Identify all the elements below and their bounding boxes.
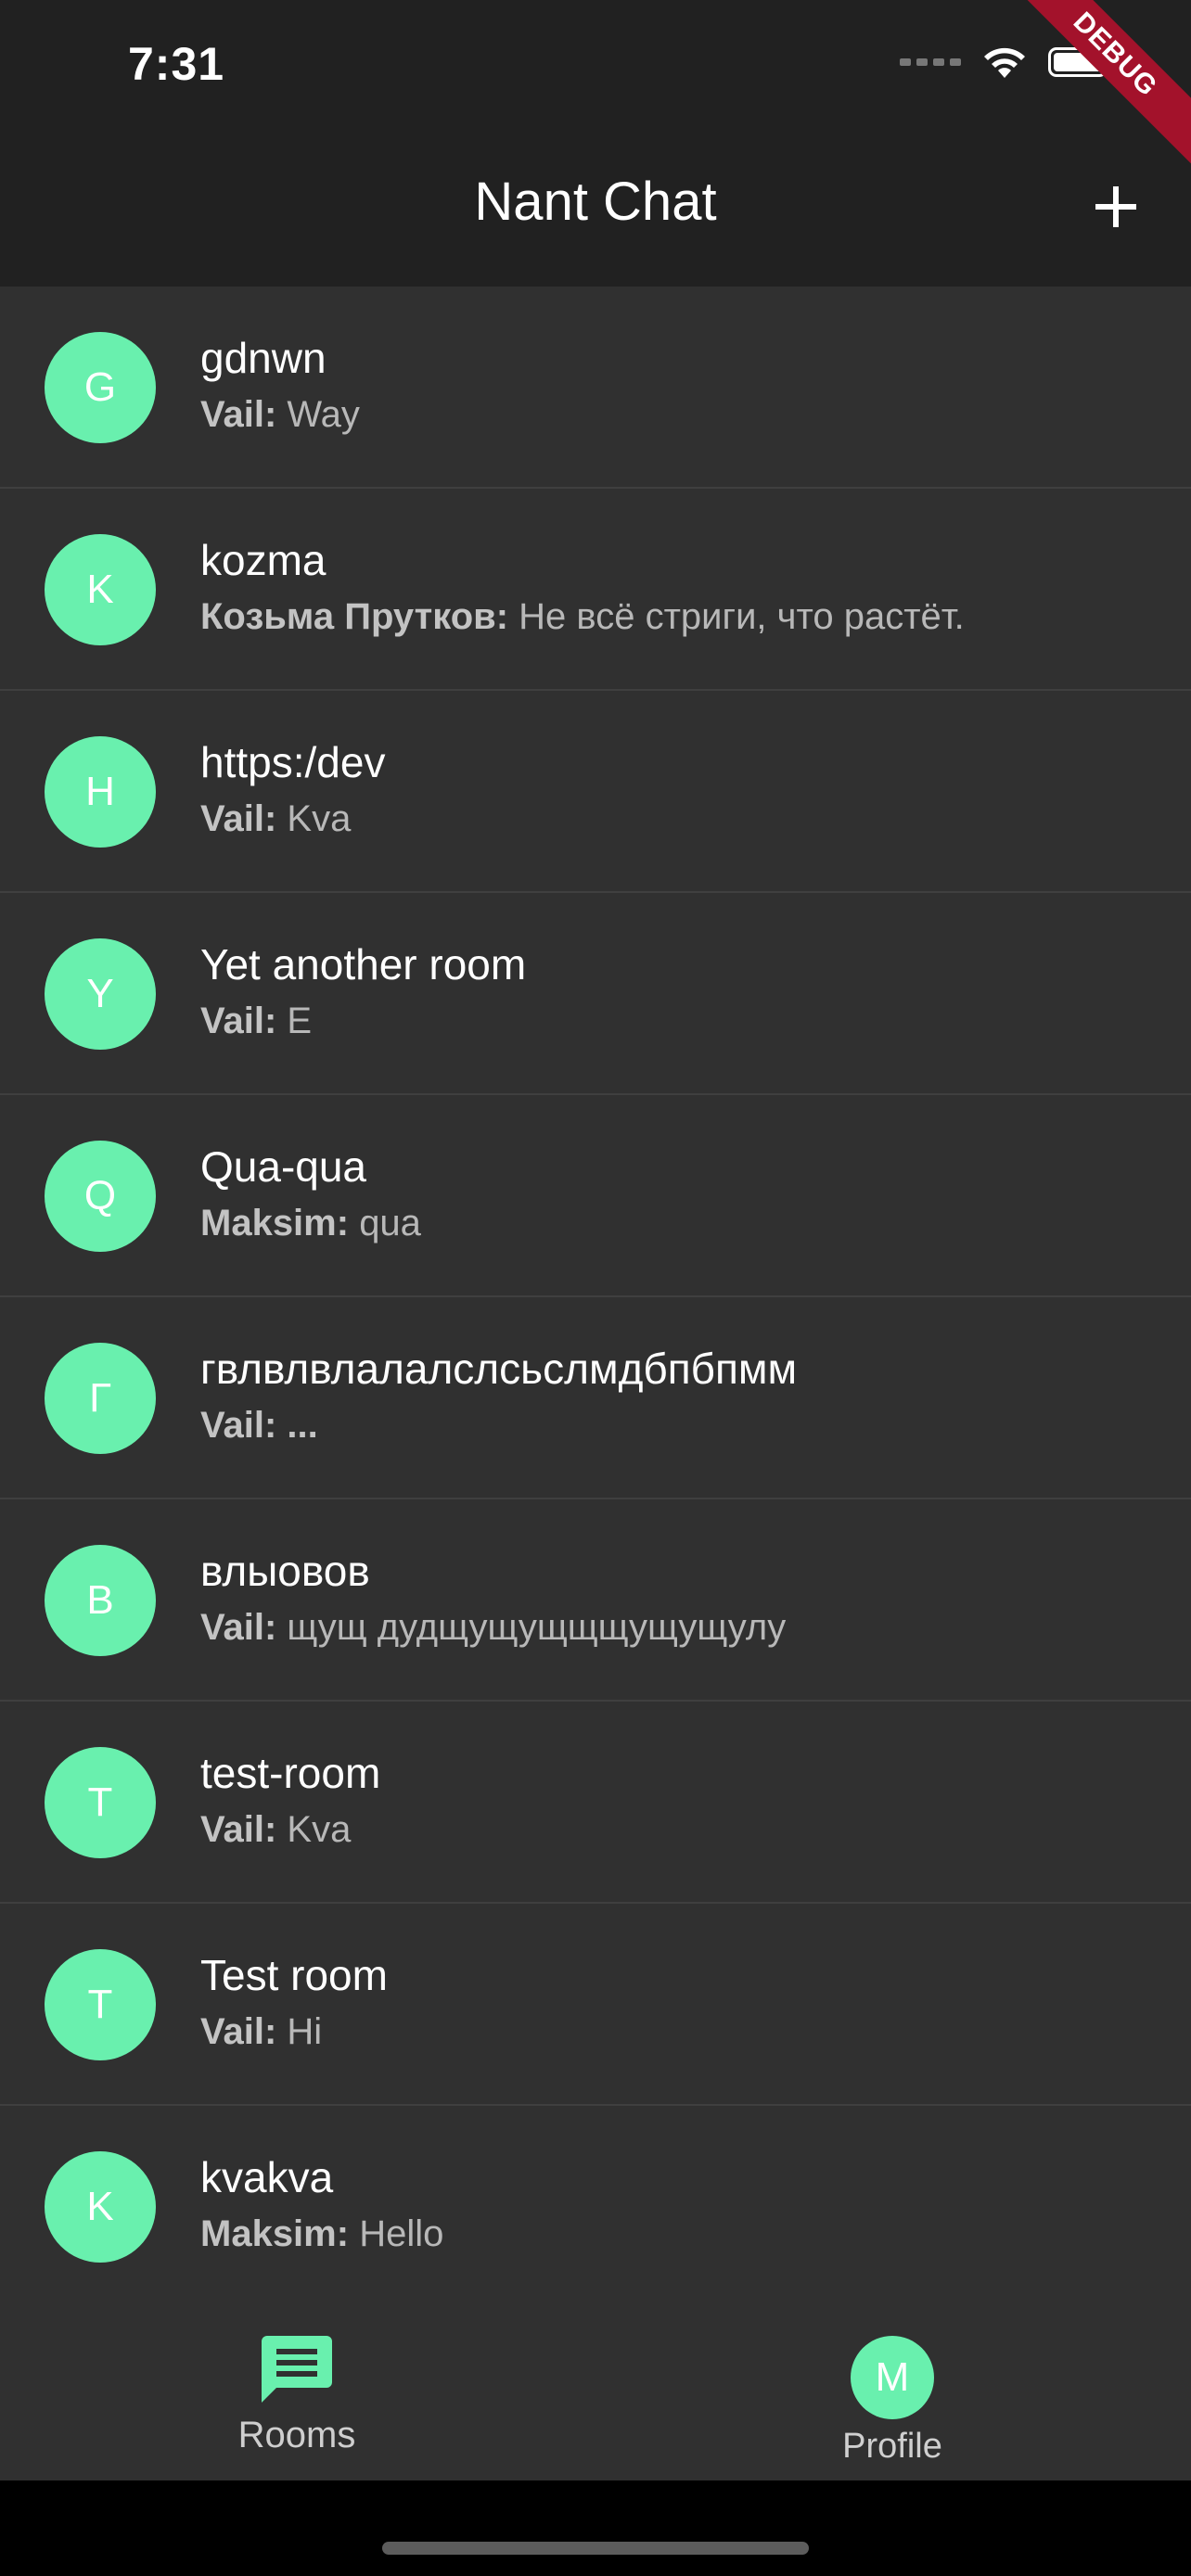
- room-item[interactable]: В влыовов Vail: щущ дудщущущщщущущулу: [0, 1499, 1191, 1702]
- room-name: test-room: [200, 1749, 381, 1797]
- room-item[interactable]: T Test room Vail: Hi: [0, 1904, 1191, 2106]
- message-author: Vail:: [200, 2011, 277, 2052]
- room-avatar: H: [45, 736, 156, 848]
- room-last-message: Vail: Way: [200, 394, 360, 436]
- nav-profile-tab[interactable]: M Profile: [800, 2336, 985, 2467]
- message-author: Козьма Прутков:: [200, 596, 509, 637]
- wifi-icon: [984, 47, 1025, 78]
- room-item[interactable]: G gdnwn Vail: Way: [0, 287, 1191, 489]
- room-name: Yet another room: [200, 940, 527, 988]
- message-text: E: [287, 1001, 313, 1041]
- room-item[interactable]: Q Qua-qua Maksim: qua: [0, 1095, 1191, 1297]
- room-avatar: Q: [45, 1141, 156, 1252]
- app-bar: 7:31 DEBUG Nant Chat: [0, 0, 1191, 287]
- room-item[interactable]: H https:/dev Vail: Kva: [0, 691, 1191, 893]
- add-room-button[interactable]: [1083, 174, 1148, 239]
- message-text: Way: [287, 394, 360, 435]
- room-avatar: T: [45, 1747, 156, 1858]
- room-avatar: В: [45, 1545, 156, 1656]
- room-name: kvakva: [200, 2153, 334, 2201]
- screen: 7:31 DEBUG Nant Chat G gdnwn Vail: Way K…: [0, 0, 1191, 2576]
- signal-icon: [900, 58, 961, 66]
- status-time: 7:31: [128, 38, 225, 90]
- room-avatar: K: [45, 534, 156, 645]
- room-last-message: Maksim: Hello: [200, 2213, 443, 2255]
- room-item[interactable]: Y Yet another room Vail: E: [0, 893, 1191, 1095]
- room-name: gdnwn: [200, 334, 327, 382]
- message-text: щущ дудщущущщщущущулу: [287, 1607, 787, 1648]
- message-text: Hi: [287, 2011, 323, 2052]
- nav-rooms-tab[interactable]: Rooms: [204, 2334, 390, 2456]
- room-name: Qua-qua: [200, 1142, 367, 1191]
- room-avatar: G: [45, 332, 156, 443]
- room-last-message: Vail: Kva: [200, 798, 351, 840]
- room-avatar: T: [45, 1949, 156, 2060]
- message-text: Hello: [359, 2213, 444, 2254]
- room-avatar: Y: [45, 938, 156, 1050]
- room-item[interactable]: K kvakva Maksim: Hello: [0, 2106, 1191, 2306]
- home-indicator[interactable]: [382, 2542, 809, 2555]
- message-author: Vail:: [200, 1607, 277, 1648]
- room-name: https:/dev: [200, 738, 386, 786]
- message-author: Maksim:: [200, 2213, 350, 2254]
- room-last-message: Vail: E: [200, 1001, 312, 1042]
- room-last-message: Козьма Прутков: Не всё стриги, что растё…: [200, 596, 965, 638]
- avatar: M: [851, 2336, 934, 2419]
- room-list: G gdnwn Vail: Way K kozma Козьма Прутков…: [0, 287, 1191, 2306]
- room-last-message: Maksim: qua: [200, 1203, 421, 1244]
- room-name: гвлвлвлалалслсьслмдбпбпмм: [200, 1345, 798, 1393]
- message-author: Vail:: [200, 1001, 277, 1041]
- message-author: Maksim:: [200, 1203, 350, 1243]
- home-indicator-area: [0, 2480, 1191, 2576]
- room-item[interactable]: K kozma Козьма Прутков: Не всё стриги, ч…: [0, 489, 1191, 691]
- room-last-message: Vail: щущ дудщущущщщущущулу: [200, 1607, 786, 1649]
- room-last-message: Vail: ...: [200, 1405, 318, 1447]
- debug-banner: DEBUG: [1000, 0, 1191, 170]
- room-avatar: Г: [45, 1343, 156, 1454]
- message-author: Vail:: [200, 394, 277, 435]
- room-name: kozma: [200, 536, 327, 584]
- room-name: влыовов: [200, 1547, 370, 1595]
- room-item[interactable]: T test-room Vail: Kva: [0, 1702, 1191, 1904]
- bottom-navigation: Rooms M Profile: [0, 2306, 1191, 2480]
- nav-rooms-label: Rooms: [237, 2415, 356, 2455]
- room-last-message: Vail: Hi: [200, 2011, 322, 2053]
- message-text: Kva: [287, 1809, 352, 1850]
- message-author: Vail:: [200, 798, 277, 839]
- room-avatar: K: [45, 2151, 156, 2263]
- plus-icon: [1095, 186, 1136, 227]
- room-name: Test room: [200, 1951, 388, 1999]
- room-item[interactable]: Г гвлвлвлалалслсьслмдбпбпмм Vail: ...: [0, 1297, 1191, 1499]
- message-text: Kva: [287, 798, 352, 839]
- page-title: Nant Chat: [474, 172, 717, 232]
- message-text: Не всё стриги, что растёт.: [519, 596, 965, 637]
- nav-profile-label: Profile: [842, 2427, 942, 2466]
- message-author: Vail:: [200, 1809, 277, 1850]
- room-last-message: Vail: Kva: [200, 1809, 351, 1851]
- message-author: Vail: ...: [200, 1405, 318, 1446]
- chat-icon: [262, 2336, 332, 2403]
- message-text: qua: [359, 1203, 421, 1243]
